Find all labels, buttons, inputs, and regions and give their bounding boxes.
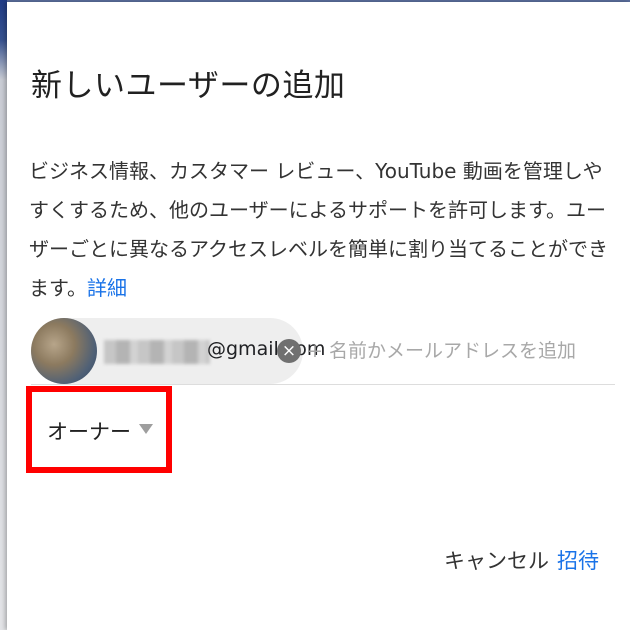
details-link[interactable]: 詳細 bbox=[87, 276, 127, 300]
cancel-button[interactable]: キャンセル bbox=[444, 545, 549, 575]
backdrop-left-edge bbox=[0, 0, 7, 630]
dialog-description: ビジネス情報、カスタマー レビュー、YouTube 動画を管理しやすくするため、… bbox=[29, 152, 609, 308]
dialog-title: 新しいユーザーの追加 bbox=[31, 68, 346, 104]
role-dropdown[interactable]: オーナー bbox=[47, 412, 167, 448]
close-icon[interactable]: × bbox=[277, 339, 301, 363]
add-user-dialog: 新しいユーザーの追加 ビジネス情報、カスタマー レビュー、YouTube 動画を… bbox=[7, 2, 630, 630]
avatar bbox=[31, 318, 97, 384]
input-divider bbox=[31, 384, 615, 385]
invitee-chip: @gmail.com × bbox=[31, 318, 325, 384]
invite-button[interactable]: 招待 bbox=[557, 545, 599, 575]
dropdown-caret-icon bbox=[139, 424, 153, 434]
role-selected-label: オーナー bbox=[47, 420, 131, 444]
add-user-input[interactable] bbox=[305, 332, 609, 370]
redacted-email-name bbox=[104, 340, 210, 364]
